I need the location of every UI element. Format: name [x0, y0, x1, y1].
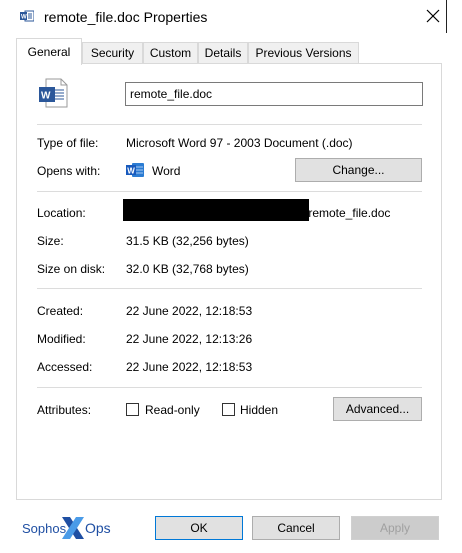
sophos-xops-logo: Sophos Ops [22, 517, 111, 539]
cancel-button[interactable]: Cancel [252, 516, 340, 540]
window-edge [446, 0, 447, 33]
modified-value: 22 June 2022, 12:13:26 [126, 332, 253, 346]
opens-with-label: Opens with: [37, 164, 101, 178]
general-panel [16, 63, 442, 500]
attributes-label: Attributes: [37, 403, 92, 417]
word-app-icon: W [126, 163, 144, 177]
readonly-label: Read-only [145, 403, 200, 417]
window-title: remote_file.doc Properties [44, 9, 208, 25]
advanced-button[interactable]: Advanced... [333, 397, 422, 421]
tab-details[interactable]: Details [198, 42, 248, 63]
accessed-value: 22 June 2022, 12:18:53 [126, 360, 253, 374]
svg-text:W: W [41, 91, 51, 102]
svg-text:W: W [127, 166, 135, 175]
tab-security[interactable]: Security [82, 42, 143, 63]
separator [37, 387, 422, 388]
size-value: 31.5 KB (32,256 bytes) [126, 234, 249, 248]
tab-custom[interactable]: Custom [143, 42, 198, 63]
tab-strip: General Security Custom Details Previous… [16, 38, 442, 65]
change-button[interactable]: Change... [295, 158, 422, 182]
created-value: 22 June 2022, 12:18:53 [126, 304, 253, 318]
size-on-disk-value: 32.0 KB (32,768 bytes) [126, 262, 249, 276]
ok-button[interactable]: OK [155, 516, 243, 540]
svg-text:W: W [21, 15, 27, 21]
brand-text-ops: Ops [85, 520, 111, 536]
created-label: Created: [37, 304, 84, 318]
accessed-label: Accessed: [37, 360, 93, 374]
redaction-box [123, 199, 309, 221]
brand-text-sophos: Sophos [22, 521, 67, 536]
modified-label: Modified: [37, 332, 86, 346]
readonly-checkbox[interactable] [126, 403, 139, 416]
separator [37, 124, 422, 125]
file-name-input[interactable] [125, 82, 423, 106]
word-doc-icon: W [20, 10, 34, 22]
size-label: Size: [37, 234, 64, 248]
tab-general[interactable]: General [16, 38, 82, 65]
opens-with-value: Word [152, 164, 181, 178]
location-label: Location: [37, 206, 86, 220]
title-bar: W remote_file.doc Properties [0, 0, 462, 36]
separator [37, 191, 422, 192]
close-icon[interactable] [425, 8, 441, 24]
apply-button[interactable]: Apply [351, 516, 439, 540]
tab-previous-versions[interactable]: Previous Versions [248, 42, 359, 63]
hidden-label: Hidden [240, 403, 279, 417]
location-value: \remote_file.doc [305, 206, 391, 220]
type-of-file-value: Microsoft Word 97 - 2003 Document (.doc) [126, 136, 353, 150]
word-document-icon: W [39, 78, 68, 108]
separator [37, 288, 422, 289]
type-of-file-label: Type of file: [37, 136, 99, 150]
hidden-checkbox[interactable] [222, 403, 235, 416]
size-on-disk-label: Size on disk: [37, 262, 106, 276]
